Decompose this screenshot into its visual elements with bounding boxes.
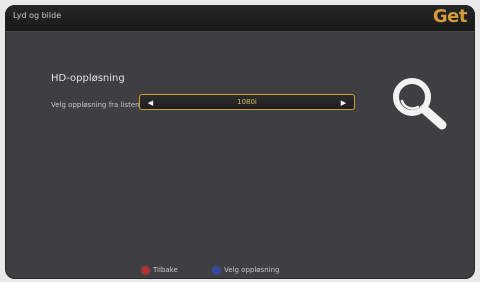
back-label: Tilbake [153,266,178,274]
header-bar: Lyd og bilde Get [5,5,475,32]
magnifier-icon [393,78,447,130]
footer-bar: Tilbake Velg oppløsning [5,263,475,279]
setting-description: Velg oppløsning fra listen [51,101,140,109]
red-button-icon [142,266,149,274]
brand-logo: Get [432,6,468,27]
page-title: Lyd og bilde [13,11,62,20]
select-resolution-label: Velg oppløsning [224,266,280,274]
arrow-right-icon[interactable]: ▶ [339,98,348,107]
setting-title: HD-oppløsning [51,73,125,84]
tv-screen: Lyd og bilde Get HD-oppløsning Velg oppl… [5,5,475,279]
resolution-selector[interactable]: ◀ 1080i ▶ [139,94,355,110]
back-hint[interactable]: Tilbake [142,266,178,274]
blue-button-icon [213,266,220,274]
select-resolution-hint[interactable]: Velg oppløsning [213,266,279,274]
resolution-value: 1080i [237,98,257,106]
